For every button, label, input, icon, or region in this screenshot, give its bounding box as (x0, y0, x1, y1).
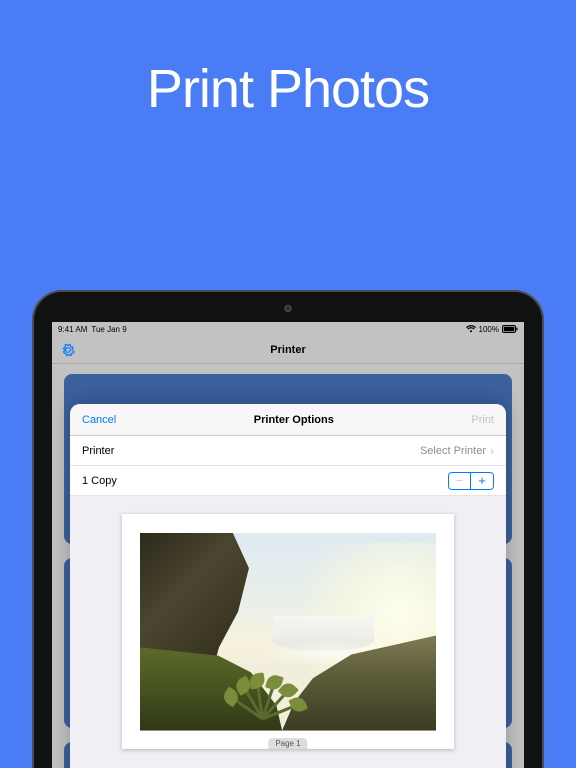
settings-button[interactable] (60, 342, 76, 358)
copies-row-label: 1 Copy (82, 475, 117, 487)
print-button[interactable]: Print (471, 414, 494, 426)
status-bar: 9:41 AM Tue Jan 9 100% (52, 322, 524, 336)
preview-photo (140, 533, 436, 731)
printer-options-modal: Cancel Printer Options Print Printer Sel… (70, 404, 506, 768)
device-camera (285, 305, 292, 312)
stepper-plus-button[interactable]: + (471, 473, 493, 489)
status-time: 9:41 AM (58, 325, 87, 334)
wifi-icon (466, 325, 476, 333)
chevron-right-icon: › (490, 444, 494, 458)
printer-row[interactable]: Printer Select Printer › (70, 436, 506, 466)
stepper-minus-button[interactable]: − (449, 473, 471, 489)
printer-row-label: Printer (82, 445, 114, 457)
device-frame: 9:41 AM Tue Jan 9 100% Printer (32, 290, 544, 768)
cancel-button[interactable]: Cancel (82, 414, 116, 426)
battery-icon (502, 325, 518, 333)
nav-title: Printer (270, 344, 305, 356)
print-preview-area: Page 1 (70, 496, 506, 768)
print-preview-page[interactable]: Page 1 (122, 514, 454, 749)
page-label: Page 1 (268, 738, 307, 749)
modal-title: Printer Options (254, 414, 334, 426)
status-battery-pct: 100% (479, 325, 499, 334)
marketing-title: Print Photos (0, 58, 576, 120)
gear-icon (60, 342, 76, 358)
status-date: Tue Jan 9 (91, 325, 126, 334)
nav-bar: Printer (52, 336, 524, 364)
printer-row-value: Select Printer (420, 445, 486, 457)
device-screen: 9:41 AM Tue Jan 9 100% Printer (52, 322, 524, 768)
modal-header: Cancel Printer Options Print (70, 404, 506, 436)
copies-stepper: − + (448, 472, 494, 490)
copies-row: 1 Copy − + (70, 466, 506, 496)
